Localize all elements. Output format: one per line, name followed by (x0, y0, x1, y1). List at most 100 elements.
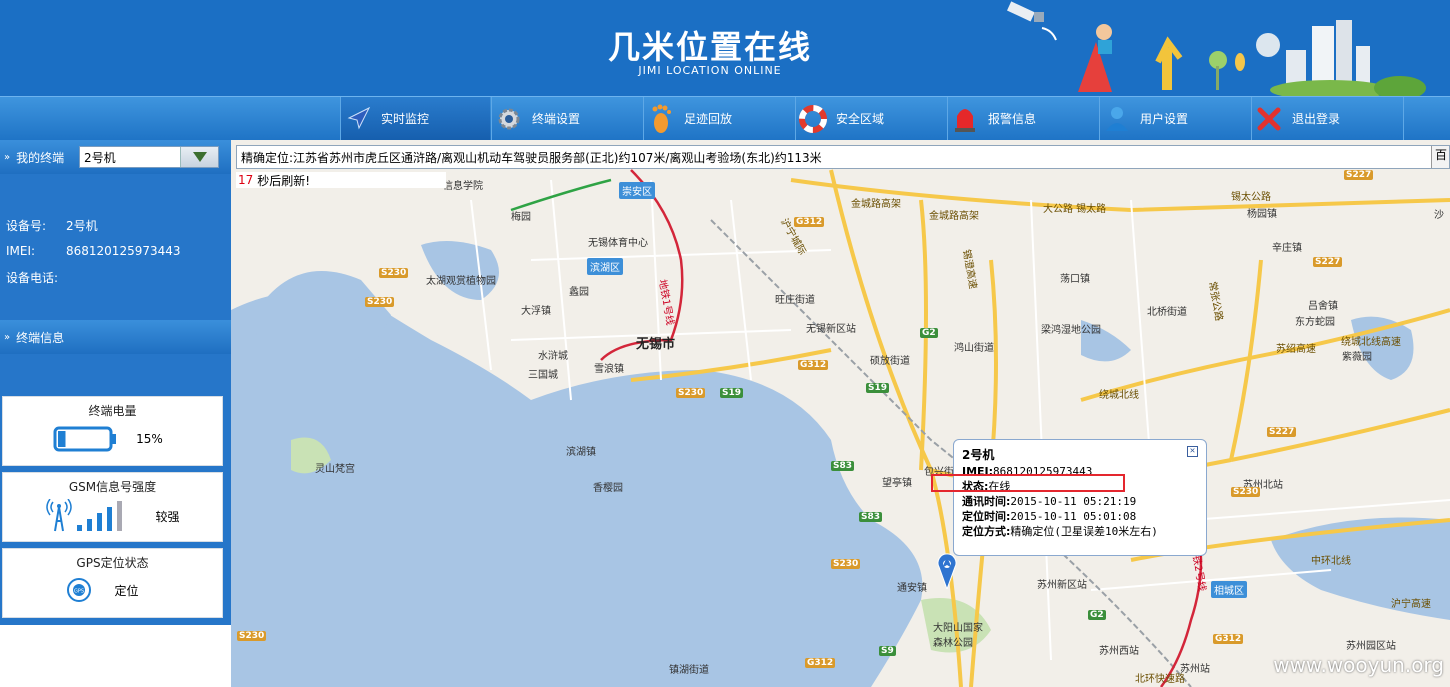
nav-label: 安全区域 (836, 112, 885, 126)
road-shield: G312 (805, 658, 836, 668)
imei-row: IMEI: 868120125973443 (0, 238, 231, 264)
map-label: 滨湖镇 (566, 447, 596, 458)
terminal-info-header[interactable]: » 终端信息 (0, 320, 231, 354)
map-label: 雪浪镇 (594, 364, 624, 375)
svg-text:GPS: GPS (74, 589, 84, 595)
map-label: 沙 (1434, 210, 1444, 221)
map-label: 镇湖街道 (669, 665, 709, 676)
battery-value: 15% (136, 432, 163, 446)
road-shield: S19 (866, 383, 890, 393)
gps-value: 定位 (114, 583, 139, 598)
nav-safe-zone[interactable]: 安全区域 (795, 97, 945, 140)
city-buildings-icon (1256, 20, 1426, 96)
gps-title: GPS定位状态 (76, 556, 149, 570)
map-canvas[interactable]: 信息学院 崇安区 梅园 无锡体育中心 滨湖区 太湖观赏植物园 蠡园 大浮镇 无锡… (231, 140, 1450, 687)
device-info: 设备号: 2号机 IMEI: 868120125973443 设备电话: (0, 208, 231, 320)
user-icon (1100, 105, 1134, 133)
map-label: 通安镇 (897, 583, 927, 594)
map-label: 无锡新区站 (806, 324, 856, 335)
lifebuoy-icon (796, 104, 830, 133)
road-shield: G312 (1213, 634, 1244, 644)
map-label: 东方蛇园 (1295, 317, 1335, 328)
map-label: 大浮镇 (521, 306, 551, 317)
nav-user-settings[interactable]: 用户设置 (1099, 97, 1249, 140)
popup-mode-row: 定位方式:精确定位(卫星误差10米左右) (962, 524, 1198, 539)
map-label: 北桥街道 (1147, 307, 1187, 318)
nav-terminal-settings[interactable]: 终端设置 (491, 97, 641, 140)
nav-track-playback[interactable]: 足迹回放 (643, 97, 793, 140)
road-shield: S19 (720, 388, 744, 398)
map-label: 灵山梵宫 (315, 464, 355, 475)
refresh-text: 秒后刷新! (257, 173, 311, 188)
device-location-marker-icon[interactable] (937, 553, 957, 589)
nav-realtime-monitor[interactable]: 实时监控 (340, 97, 490, 140)
road-shield: S9 (879, 646, 896, 656)
dropdown-arrow-icon[interactable] (180, 147, 218, 167)
map-label: 三国城 (528, 370, 558, 381)
battery-icon (53, 426, 117, 452)
map-city: 无锡市 (636, 337, 676, 352)
map-label: 辛庄镇 (1272, 243, 1302, 254)
locate-arrow-icon (341, 106, 375, 132)
terminal-select[interactable]: 2号机 (79, 146, 219, 168)
popup-mode-key: 定位方式: (962, 525, 1011, 538)
popup-loc-key: 定位时间: (962, 510, 1011, 523)
map-label: 杨园镇 (1247, 209, 1277, 220)
cartoon-girl-icon (1078, 24, 1112, 92)
map-district: 滨湖区 (587, 258, 623, 275)
terminal-select-value: 2号机 (84, 150, 116, 165)
road-shield: G2 (1088, 610, 1106, 620)
close-x-icon (1252, 106, 1286, 132)
device-info-popup: 2号机 IMEI:868120125973443 状态:在线 通讯时间:2015… (953, 439, 1207, 556)
device-no-key: 设备号: (6, 218, 47, 233)
nav-label: 用户设置 (1140, 112, 1189, 126)
map-label: 北环快速路 (1135, 674, 1185, 685)
nav-spacer (1403, 97, 1450, 140)
map-label: 苏州园区站 (1346, 641, 1396, 652)
phone-key: 设备电话: (6, 270, 59, 285)
road-shield: G2 (920, 328, 938, 338)
double-chevron-icon: » (4, 331, 11, 343)
logo-title-en: JIMI LOCATION ONLINE (638, 64, 782, 77)
map-label: 梁鸿湿地公园 (1041, 325, 1101, 336)
road-shield: S230 (379, 268, 409, 278)
map-label: 望亭镇 (882, 478, 912, 489)
popup-comm-value: 2015-10-11 05:21:19 (1010, 495, 1137, 508)
map-label: 金城路高架 (851, 199, 901, 210)
road-shield: S230 (676, 388, 706, 398)
baidu-button[interactable]: 百 (1431, 146, 1449, 168)
road-shield: S227 (1344, 170, 1374, 180)
map-label: 苏绍高速 (1276, 344, 1316, 355)
road-shield: G312 (794, 217, 825, 227)
road-shield: S230 (1231, 487, 1261, 497)
imei-value: 868120125973443 (66, 244, 181, 258)
signal-strength-icon (46, 499, 123, 532)
map-label: 大公路 锡太路 (1043, 204, 1107, 215)
panel-spacer (0, 174, 231, 208)
close-icon[interactable]: ✕ (1187, 446, 1198, 457)
status-highlight-box (931, 474, 1125, 492)
nav-logout[interactable]: 退出登录 (1251, 97, 1401, 140)
map-label: 绕城北线高速 (1341, 337, 1401, 348)
alarm-light-icon (948, 104, 982, 134)
nav-alarm-info[interactable]: 报警信息 (947, 97, 1097, 140)
app-header: 几米位置在线 JIMI LOCATION ONLINE (0, 0, 1450, 96)
map-label: 硕放街道 (870, 356, 910, 367)
road-shield: G312 (798, 360, 829, 370)
refresh-countdown: 17 秒后刷新! (236, 172, 446, 188)
device-no-row: 设备号: 2号机 (0, 212, 231, 238)
road-shield: S227 (1313, 257, 1343, 267)
my-terminal-label: 我的终端 (16, 150, 65, 165)
left-panel: » 我的终端 2号机 设备号: 2号机 IMEI: 86812012597344… (0, 140, 231, 687)
my-terminal-header: » 我的终端 2号机 (0, 140, 231, 174)
nav-label: 足迹回放 (684, 112, 733, 126)
popup-comm-key: 通讯时间: (962, 495, 1011, 508)
map-label: 水浒城 (538, 351, 568, 362)
map-label: 苏州西站 (1099, 646, 1139, 657)
gsm-card: GSM信息号强度 较强 (2, 472, 223, 542)
road-shield: S227 (1267, 427, 1297, 437)
gps-target-icon: GPS (67, 578, 92, 602)
gsm-value: 较强 (155, 509, 180, 524)
map-label: 梅园 (511, 212, 531, 223)
popup-loc-value: 2015-10-11 05:01:08 (1010, 510, 1137, 523)
